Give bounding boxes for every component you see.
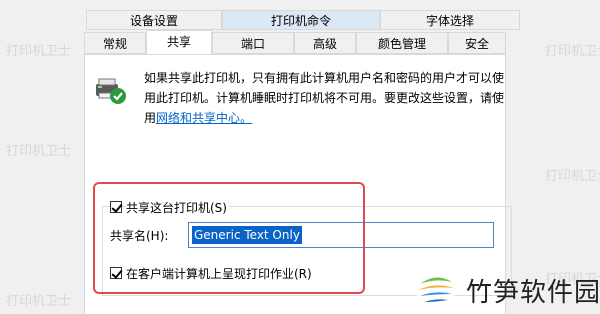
tab-color-management[interactable]: 颜色管理 — [356, 32, 448, 54]
watermark-text: 打印机卫士 — [6, 144, 72, 159]
tab-general[interactable]: 常规 — [84, 32, 146, 54]
watermark-text: 打印机卫士 — [6, 294, 72, 309]
info-line-3-prefix: 用 — [144, 111, 157, 125]
bamboo-logo-icon — [416, 268, 456, 308]
tab-font-selection[interactable]: 字体选择 — [380, 10, 520, 30]
info-line-2: 用此打印机。计算机睡眠时打印机将不可用。要更改这些设置，请使 — [144, 91, 505, 105]
tab-security[interactable]: 安全 — [448, 32, 506, 54]
watermark-text: 打印机卫士 — [545, 169, 600, 184]
watermark-text: 打印机卫士 — [545, 44, 600, 59]
network-sharing-center-link[interactable]: 网络和共享中心。 — [156, 111, 252, 125]
tab-ports[interactable]: 端口 — [212, 32, 294, 54]
brand-watermark: 竹笋软件园 — [410, 266, 600, 314]
info-line-3: 用网络和共享中心。 — [144, 108, 504, 128]
tab-device-settings[interactable]: 设备设置 — [86, 10, 222, 30]
tab-printer-commands[interactable]: 打印机命令 — [222, 10, 380, 30]
info-line-1: 如果共享此打印机，只有拥有此计算机用户名和密码的用户才可以使 — [144, 71, 505, 85]
watermark-text: 打印机卫士 — [6, 44, 72, 59]
brand-name: 竹笋软件园 — [466, 278, 600, 308]
sharing-info-text: 如果共享此打印机，只有拥有此计算机用户名和密码的用户才可以使 用此打印机。计算机… — [144, 68, 504, 128]
tab-sharing[interactable]: 共享 — [146, 30, 212, 55]
tab-advanced[interactable]: 高级 — [294, 32, 356, 54]
shared-printer-icon — [96, 78, 126, 104]
highlight-box — [93, 182, 365, 294]
